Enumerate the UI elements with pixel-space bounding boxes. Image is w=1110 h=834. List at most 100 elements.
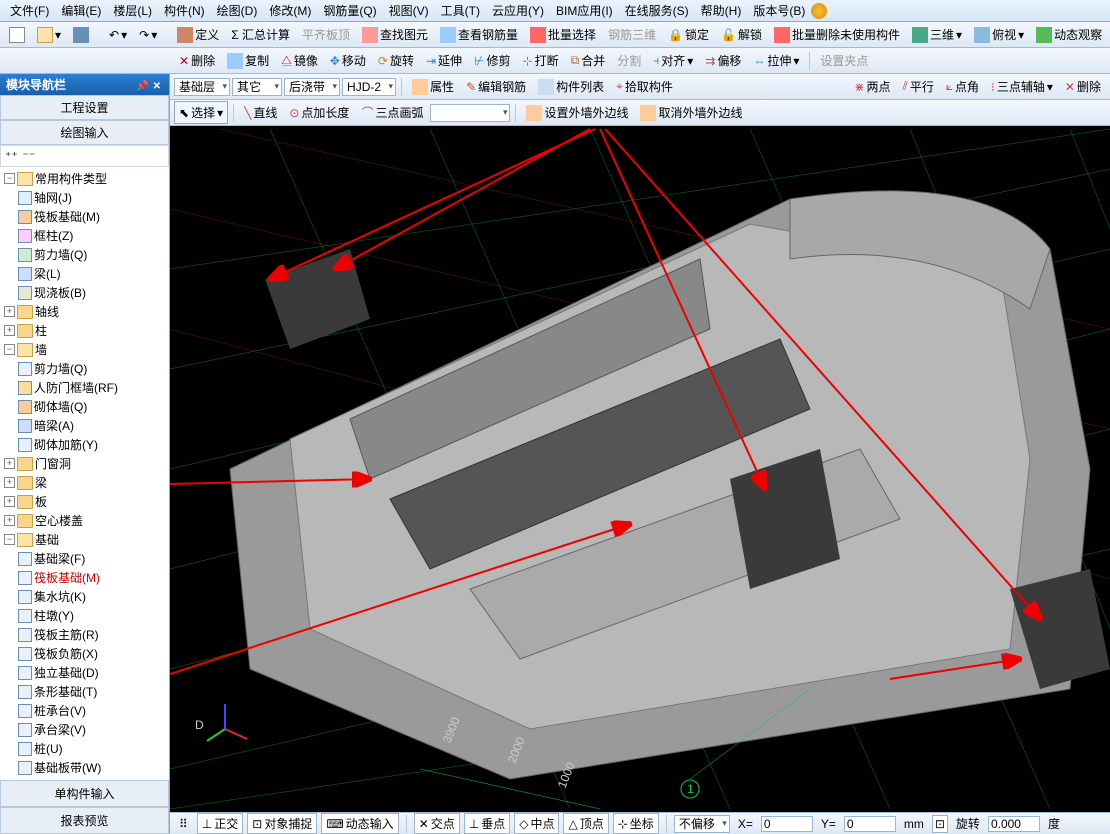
single-element-btn[interactable]: 单构件输入 [0, 780, 169, 807]
report-preview-btn[interactable]: 报表预览 [0, 807, 169, 834]
menu-element[interactable]: 构件(N) [158, 0, 211, 21]
top-toggle[interactable]: △顶点 [563, 813, 608, 834]
menu-bim[interactable]: BIM应用(I) [550, 0, 619, 21]
undo-button[interactable]: ↶▾ [104, 25, 132, 45]
tree-root[interactable]: −常用构件类型 [2, 169, 167, 188]
pick-element-button[interactable]: ⌖拾取构件 [611, 75, 678, 98]
properties-button[interactable]: 属性 [407, 75, 459, 98]
tree-item-fbeam[interactable]: 基础梁(F) [2, 549, 167, 568]
expand-toggle[interactable]: + [4, 515, 15, 526]
tree-beam[interactable]: +梁 [2, 473, 167, 492]
tree-expand-icon[interactable]: ⁺⁺ [3, 148, 20, 164]
edit-rebar-button[interactable]: ✎编辑钢筋 [461, 75, 531, 98]
tree-axis[interactable]: +轴线 [2, 302, 167, 321]
menu-draw[interactable]: 绘图(D) [211, 0, 264, 21]
copy-button[interactable]: 复制 [222, 49, 274, 72]
tree-item-shearwall2[interactable]: 剪力墙(Q) [2, 359, 167, 378]
align-button[interactable]: ⫞对齐▾ [648, 49, 698, 72]
unlock-button[interactable]: 🔓解锁 [716, 23, 767, 46]
element-select[interactable]: 后浇带 [284, 78, 340, 96]
perp-toggle[interactable]: ⊥垂点 [464, 813, 510, 834]
tree-hollow[interactable]: +空心楼盖 [2, 511, 167, 530]
tree-item-protectwall[interactable]: 人防门框墙(RF) [2, 378, 167, 397]
tree-item-raftmain[interactable]: 筏板主筋(R) [2, 625, 167, 644]
tree-item-raft[interactable]: 筏板基础(M) [2, 207, 167, 226]
menu-edit[interactable]: 编辑(E) [55, 0, 107, 21]
tree-item-hiddenbeam[interactable]: 暗梁(A) [2, 416, 167, 435]
mirror-button[interactable]: ⧋镜像 [276, 49, 323, 72]
mid-toggle[interactable]: ◇中点 [514, 813, 559, 834]
intersect-toggle[interactable]: ✕交点 [414, 813, 460, 834]
tree-item-fstrip[interactable]: 基础板带(W) [2, 758, 167, 777]
close-panel-icon[interactable]: ✕ [151, 81, 163, 92]
lock-coord[interactable]: ⊡ [932, 815, 948, 833]
expand-toggle[interactable]: + [4, 306, 15, 317]
ortho-toggle[interactable]: ⊥正交 [197, 813, 243, 834]
offset-mode[interactable]: 不偏移 [674, 815, 730, 833]
element-tree[interactable]: −常用构件类型 轴网(J) 筏板基础(M) 框柱(Z) 剪力墙(Q) 梁(L) … [0, 167, 169, 780]
tree-item-isofoot[interactable]: 独立基础(D) [2, 663, 167, 682]
tree-item-axis-grid[interactable]: 轴网(J) [2, 188, 167, 207]
tree-slab[interactable]: +板 [2, 492, 167, 511]
batch-delete-button[interactable]: 批量删除未使用构件 [769, 23, 905, 46]
parallel-button[interactable]: ⫽平行 [897, 75, 938, 98]
line-tool[interactable]: ╲直线 [239, 101, 282, 124]
pin-icon[interactable]: 📌 [134, 81, 150, 92]
select-tool[interactable]: ⬉选择▾ [174, 101, 228, 124]
ptang-button[interactable]: ⟀点角 [941, 75, 984, 98]
menu-online[interactable]: 在线服务(S) [619, 0, 695, 21]
expand-toggle[interactable]: + [4, 477, 15, 488]
menu-help[interactable]: 帮助(H) [695, 0, 748, 21]
view-rebar-button[interactable]: 查看钢筋量 [435, 23, 523, 46]
twopt-button[interactable]: ⋇两点 [849, 75, 895, 98]
rotate-button[interactable]: ⟳旋转 [373, 49, 419, 72]
tree-item-raftneg[interactable]: 筏板负筋(X) [2, 644, 167, 663]
redo-button[interactable]: ↷▾ [134, 25, 162, 45]
floor-select[interactable]: 基础层 [174, 78, 230, 96]
new-file-button[interactable] [4, 24, 30, 46]
category-select[interactable]: 其它 [232, 78, 282, 96]
tree-collapse-icon[interactable]: ⁻⁻ [21, 148, 38, 164]
delete-button[interactable]: ✕删除 [174, 49, 220, 72]
expand-toggle[interactable]: + [4, 325, 15, 336]
menu-version[interactable]: 版本号(B) [747, 0, 811, 21]
tree-item-capbeam[interactable]: 承台梁(V) [2, 720, 167, 739]
sum-button[interactable]: Σ 汇总计算 [226, 23, 295, 46]
set-outer-button[interactable]: 设置外墙外边线 [521, 101, 633, 124]
ptlen-tool[interactable]: ⊙点加长度 [284, 101, 354, 124]
collapse-toggle[interactable]: − [4, 344, 15, 355]
tree-item-column[interactable]: 框柱(Z) [2, 226, 167, 245]
delete-aux-button[interactable]: ✕删除 [1060, 75, 1106, 98]
tree-item-pile[interactable]: 桩(U) [2, 739, 167, 758]
stretch-button[interactable]: ⇔拉伸▾ [748, 49, 804, 72]
extend-button[interactable]: ⇥延伸 [421, 49, 467, 72]
collapse-toggle[interactable]: − [4, 534, 15, 545]
tree-item-beam[interactable]: 梁(L) [2, 264, 167, 283]
draw-options[interactable] [430, 104, 510, 122]
element-list-button[interactable]: 构件列表 [533, 75, 609, 98]
cancel-outer-button[interactable]: 取消外墙外边线 [635, 101, 747, 124]
tree-item-raft2[interactable]: 筏板基础(M) [2, 568, 167, 587]
threeptaux-button[interactable]: ⁝三点辅轴▾ [986, 75, 1058, 98]
expand-toggle[interactable]: + [4, 458, 15, 469]
flat-slab-button[interactable]: 平齐板顶 [297, 23, 355, 46]
menu-floor[interactable]: 楼层(L) [107, 0, 158, 21]
top-view-button[interactable]: 俯视▾ [969, 23, 1029, 46]
find-element-button[interactable]: 查找图元 [357, 23, 433, 46]
3d-button[interactable]: 三维▾ [907, 23, 967, 46]
menu-tool[interactable]: 工具(T) [435, 0, 486, 21]
rotate-input[interactable] [988, 816, 1040, 832]
tree-item-shearwall[interactable]: 剪力墙(Q) [2, 245, 167, 264]
save-button[interactable] [68, 24, 94, 46]
batch-select-button[interactable]: 批量选择 [525, 23, 601, 46]
y-input[interactable] [844, 816, 896, 832]
tree-item-slab[interactable]: 现浇板(B) [2, 283, 167, 302]
threearc-tool[interactable]: ⌒三点画弧 [356, 101, 428, 124]
menu-modify[interactable]: 修改(M) [263, 0, 317, 21]
snap-toggle[interactable]: ⊡对象捕捉 [247, 813, 317, 834]
tree-foundation[interactable]: −基础 [2, 530, 167, 549]
define-button[interactable]: 定义 [172, 23, 224, 46]
coord-toggle[interactable]: ⊹坐标 [613, 813, 659, 834]
tree-item-stripfoot[interactable]: 条形基础(T) [2, 682, 167, 701]
tree-item-masonryrebar[interactable]: 砌体加筋(Y) [2, 435, 167, 454]
